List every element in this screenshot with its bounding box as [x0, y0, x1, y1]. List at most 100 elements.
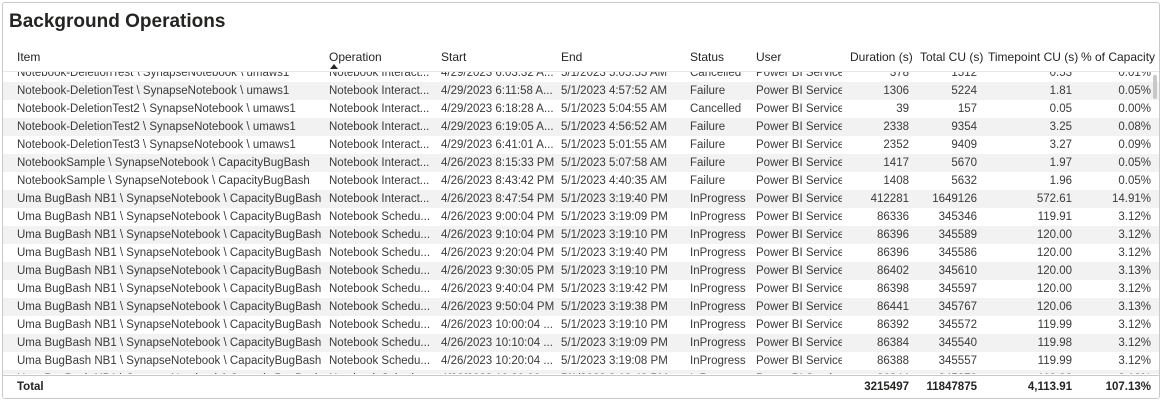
- column-header-operation[interactable]: Operation: [329, 50, 382, 64]
- cell-status: InProgress: [690, 319, 746, 331]
- cell-pct-capacity: 3.12%: [1118, 319, 1151, 331]
- cell-item: Uma BugBash NB1 \ SynapseNotebook \ Capa…: [17, 265, 322, 277]
- cell-total-cu: 345589: [938, 229, 977, 241]
- cell-duration: 1417: [883, 157, 909, 169]
- cell-item: Notebook-DeletionTest2 \ SynapseNotebook…: [17, 103, 296, 115]
- table-row[interactable]: Uma BugBash NB1 \ SynapseNotebook \ Capa…: [3, 226, 1159, 244]
- cell-pct-capacity: 3.12%: [1079, 372, 1151, 374]
- cell-start: 4/29/2023 6:03:32 A...: [441, 72, 554, 79]
- cell-end: 5/1/2023 5:01:55 AM: [561, 139, 668, 151]
- cell-operation: Notebook Interact...: [329, 121, 430, 133]
- table-row[interactable]: Notebook-DeletionTest3 \ SynapseNotebook…: [3, 136, 1159, 154]
- cell-total-cu: 345767: [938, 301, 977, 313]
- cell-start: 4/26/2023 9:00:04 PM: [441, 211, 554, 223]
- cell-status: InProgress: [690, 337, 746, 349]
- cell-total-cu: 345540: [938, 337, 977, 349]
- table-row[interactable]: Notebook-DeletionTest \ SynapseNotebook …: [3, 82, 1159, 100]
- cell-pct-capacity: 0.08%: [1118, 121, 1151, 133]
- cell-total-cu: 157: [957, 103, 977, 115]
- cell-status: Failure: [690, 139, 726, 151]
- cell-total-cu: 5670: [951, 157, 977, 169]
- cell-start: 4/26/2023 9:30:05 PM: [441, 265, 554, 277]
- cell-user: Power BI Service: [756, 121, 842, 133]
- cell-status: InProgress: [690, 372, 750, 374]
- cell-timepoint-cu: 119.99: [1037, 319, 1072, 331]
- cell-status: InProgress: [690, 301, 746, 313]
- cell-end: 5/1/2023 3:19:42 PM: [561, 283, 668, 295]
- cell-user: Power BI Service: [756, 157, 842, 169]
- table-row[interactable]: Uma BugBash NB1 \ SynapseNotebook \ Capa…: [3, 190, 1159, 208]
- table-row[interactable]: Uma BugBash NB1 \ SynapseNotebook \ Capa…: [3, 208, 1159, 226]
- cell-status: Failure: [690, 85, 726, 97]
- cell-item: NotebookSample \ SynapseNotebook \ Capac…: [17, 175, 310, 187]
- cell-timepoint-cu: 119.99: [1037, 355, 1072, 367]
- cell-end: 5/1/2023 3:19:40 PM: [561, 193, 668, 205]
- cell-pct-capacity: 3.13%: [1118, 301, 1151, 313]
- column-header-start[interactable]: Start: [441, 50, 466, 64]
- cell-timepoint-cu: 120.00: [1036, 283, 1072, 295]
- cell-item: Uma BugBash NB1 \ SynapseNotebook \ Capa…: [17, 283, 322, 295]
- column-header-pct-capacity[interactable]: % of Capacity: [1081, 50, 1155, 64]
- cell-user: Power BI Service: [756, 193, 842, 205]
- cell-status: InProgress: [690, 265, 746, 277]
- cell-end: 5/1/2023 3:19:10 PM: [561, 319, 668, 331]
- column-header-item[interactable]: Item: [17, 50, 40, 64]
- cell-operation: Notebook Schedu...: [329, 229, 431, 241]
- column-header-duration[interactable]: Duration (s): [850, 50, 913, 64]
- total-label: Total: [17, 381, 44, 393]
- column-header-end[interactable]: End: [561, 50, 582, 64]
- cell-start: 4/29/2023 6:18:28 A...: [441, 103, 554, 115]
- cell-user: Power BI Service: [756, 283, 842, 295]
- cell-start: 4/26/2023 9:10:04 PM: [441, 229, 554, 241]
- cell-item: Notebook-DeletionTest3 \ SynapseNotebook…: [17, 139, 296, 151]
- cell-operation: Notebook Schedu...: [329, 301, 431, 313]
- cell-pct-capacity: 3.12%: [1118, 337, 1151, 349]
- column-header-total-cu[interactable]: Total CU (s): [920, 50, 983, 64]
- table-row[interactable]: Uma BugBash NB1 \ SynapseNotebook \ Capa…: [3, 334, 1159, 352]
- cell-timepoint-cu: 120.00: [1036, 247, 1072, 259]
- table-row[interactable]: Uma BugBash NB1 \ SynapseNotebook \ Capa…: [3, 298, 1159, 316]
- visual-title: Background Operations: [9, 11, 226, 32]
- cell-item: Uma BugBash NB1 \ SynapseNotebook \ Capa…: [17, 337, 322, 349]
- table-row[interactable]: Notebook-DeletionTest2 \ SynapseNotebook…: [3, 100, 1159, 118]
- cell-timepoint-cu: 572.61: [1036, 193, 1072, 205]
- column-header-status[interactable]: Status: [690, 50, 724, 64]
- cell-total-cu: 5224: [951, 85, 977, 97]
- table-row[interactable]: Uma BugBash NB1 \ SynapseNotebook \ Capa…: [3, 352, 1159, 370]
- cell-total-cu: 5632: [951, 175, 977, 187]
- column-header-user[interactable]: User: [756, 50, 781, 64]
- cell-end: 5/1/2023 5:04:55 AM: [561, 103, 668, 115]
- table-row[interactable]: Uma BugBash NB1 \ SynapseNotebook \ Capa…: [3, 370, 1159, 374]
- cell-end: 5/1/2023 3:19:08 PM: [561, 355, 668, 367]
- cell-user: Power BI Service: [756, 139, 842, 151]
- column-header-timepoint-cu[interactable]: Timepoint CU (s): [988, 50, 1078, 64]
- cell-item: Uma BugBash NB1 \ SynapseNotebook \ Capa…: [17, 372, 322, 374]
- cell-duration: 2338: [883, 121, 909, 133]
- cell-operation: Notebook Interact...: [329, 85, 430, 97]
- cell-item: Uma BugBash NB1 \ SynapseNotebook \ Capa…: [17, 211, 322, 223]
- table-row[interactable]: Uma BugBash NB1 \ SynapseNotebook \ Capa…: [3, 280, 1159, 298]
- cell-timepoint-cu: 3.25: [1049, 121, 1072, 133]
- table-row[interactable]: Uma BugBash NB1 \ SynapseNotebook \ Capa…: [3, 244, 1159, 262]
- cell-end: 5/1/2023 3:19:42 PM: [561, 372, 683, 374]
- cell-operation: Notebook Interact...: [329, 103, 430, 115]
- cell-item: Notebook-DeletionTest2 \ SynapseNotebook…: [17, 121, 296, 133]
- cell-item: Uma BugBash NB1 \ SynapseNotebook \ Capa…: [17, 301, 322, 313]
- table-row[interactable]: Notebook-DeletionTest2 \ SynapseNotebook…: [3, 118, 1159, 136]
- cell-timepoint-cu: 0.05: [1049, 103, 1072, 115]
- vertical-scrollbar[interactable]: [1153, 75, 1157, 99]
- cell-end: 5/1/2023 3:19:09 PM: [561, 211, 668, 223]
- table-row[interactable]: NotebookSample \ SynapseNotebook \ Capac…: [3, 154, 1159, 172]
- cell-duration: 412281: [870, 193, 909, 205]
- table-row[interactable]: Uma BugBash NB1 \ SynapseNotebook \ Capa…: [3, 262, 1159, 280]
- table-body[interactable]: Notebook-DeletionTest \ SynapseNotebook …: [3, 72, 1159, 374]
- table-row[interactable]: Notebook-DeletionTest \ SynapseNotebook …: [3, 72, 1159, 82]
- cell-user: Power BI Service: [756, 211, 842, 223]
- table-row[interactable]: Uma BugBash NB1 \ SynapseNotebook \ Capa…: [3, 316, 1159, 334]
- cell-duration: 86398: [877, 283, 909, 295]
- total-row: Total 3215497 11847875 4,113.91 107.13%: [3, 375, 1159, 398]
- cell-timepoint-cu: 120.00: [1036, 265, 1072, 277]
- table-row[interactable]: NotebookSample \ SynapseNotebook \ Capac…: [3, 172, 1159, 190]
- cell-timepoint-cu: 1.96: [1049, 175, 1072, 187]
- cell-total-cu: 345572: [938, 319, 977, 331]
